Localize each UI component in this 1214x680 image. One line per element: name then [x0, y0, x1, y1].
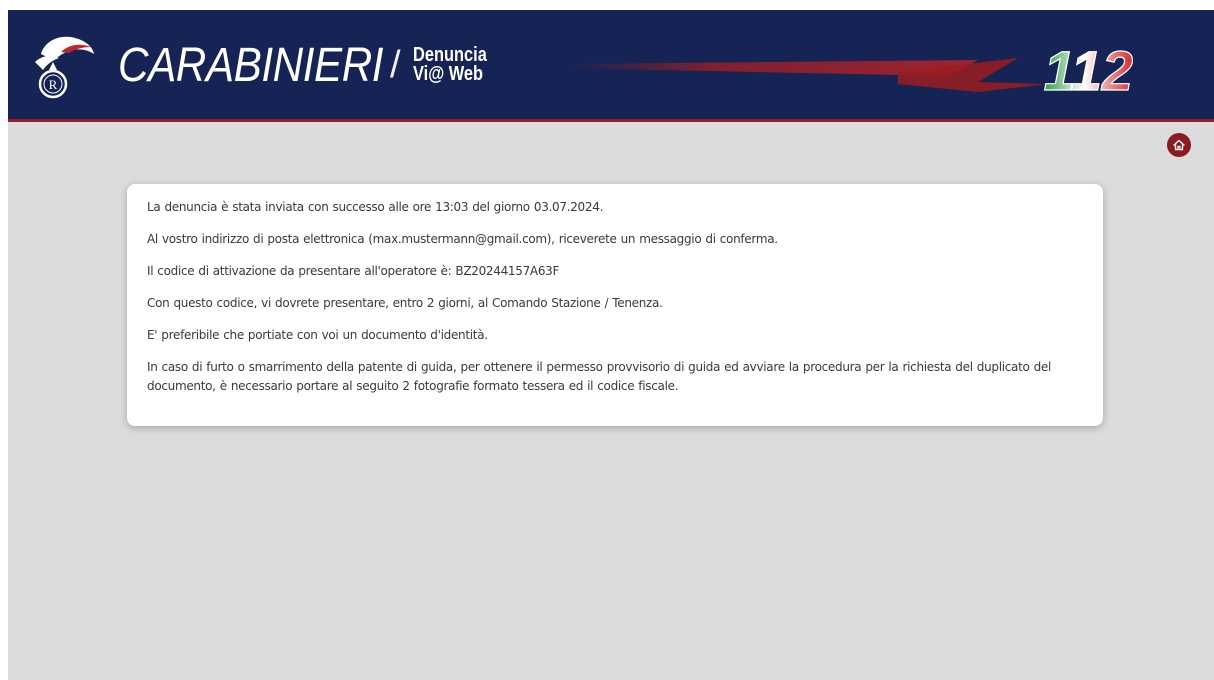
identity-document-message: E' preferibile che portiate con voi un d… — [147, 328, 488, 342]
emergency-112-logo: 112 — [568, 38, 1134, 102]
page: R CARABINIERI / Denuncia Vi@ Web 112 La … — [8, 10, 1214, 680]
home-icon — [1173, 139, 1185, 151]
brand-separator: / — [390, 43, 401, 86]
brand-subtitle-line2: Vi@ Web — [412, 63, 483, 85]
home-button[interactable] — [1167, 133, 1191, 157]
email-confirmation-message: Al vostro indirizzo di posta elettronica… — [147, 232, 778, 246]
activation-code-message: Il codice di attivazione da presentare a… — [147, 264, 560, 278]
emergency-number: 112 — [1044, 39, 1133, 102]
station-instructions-message: Con questo codice, vi dovrete presentare… — [147, 296, 663, 310]
confirmation-sent-message: La denuncia è stata inviata con successo… — [147, 200, 604, 214]
svg-text:R: R — [49, 77, 58, 92]
site-header: R CARABINIERI / Denuncia Vi@ Web 112 — [8, 10, 1214, 122]
brand-title: CARABINIERI / Denuncia Vi@ Web — [118, 30, 503, 100]
license-theft-message: In caso di furto o smarrimento della pat… — [147, 360, 1052, 393]
brand-subtitle: Denuncia Vi@ Web — [412, 45, 487, 85]
carabinieri-emblem-icon: R — [35, 36, 94, 99]
confirmation-card: La denuncia è stata inviata con successo… — [127, 184, 1103, 426]
brand-name: CARABINIERI — [118, 38, 384, 92]
